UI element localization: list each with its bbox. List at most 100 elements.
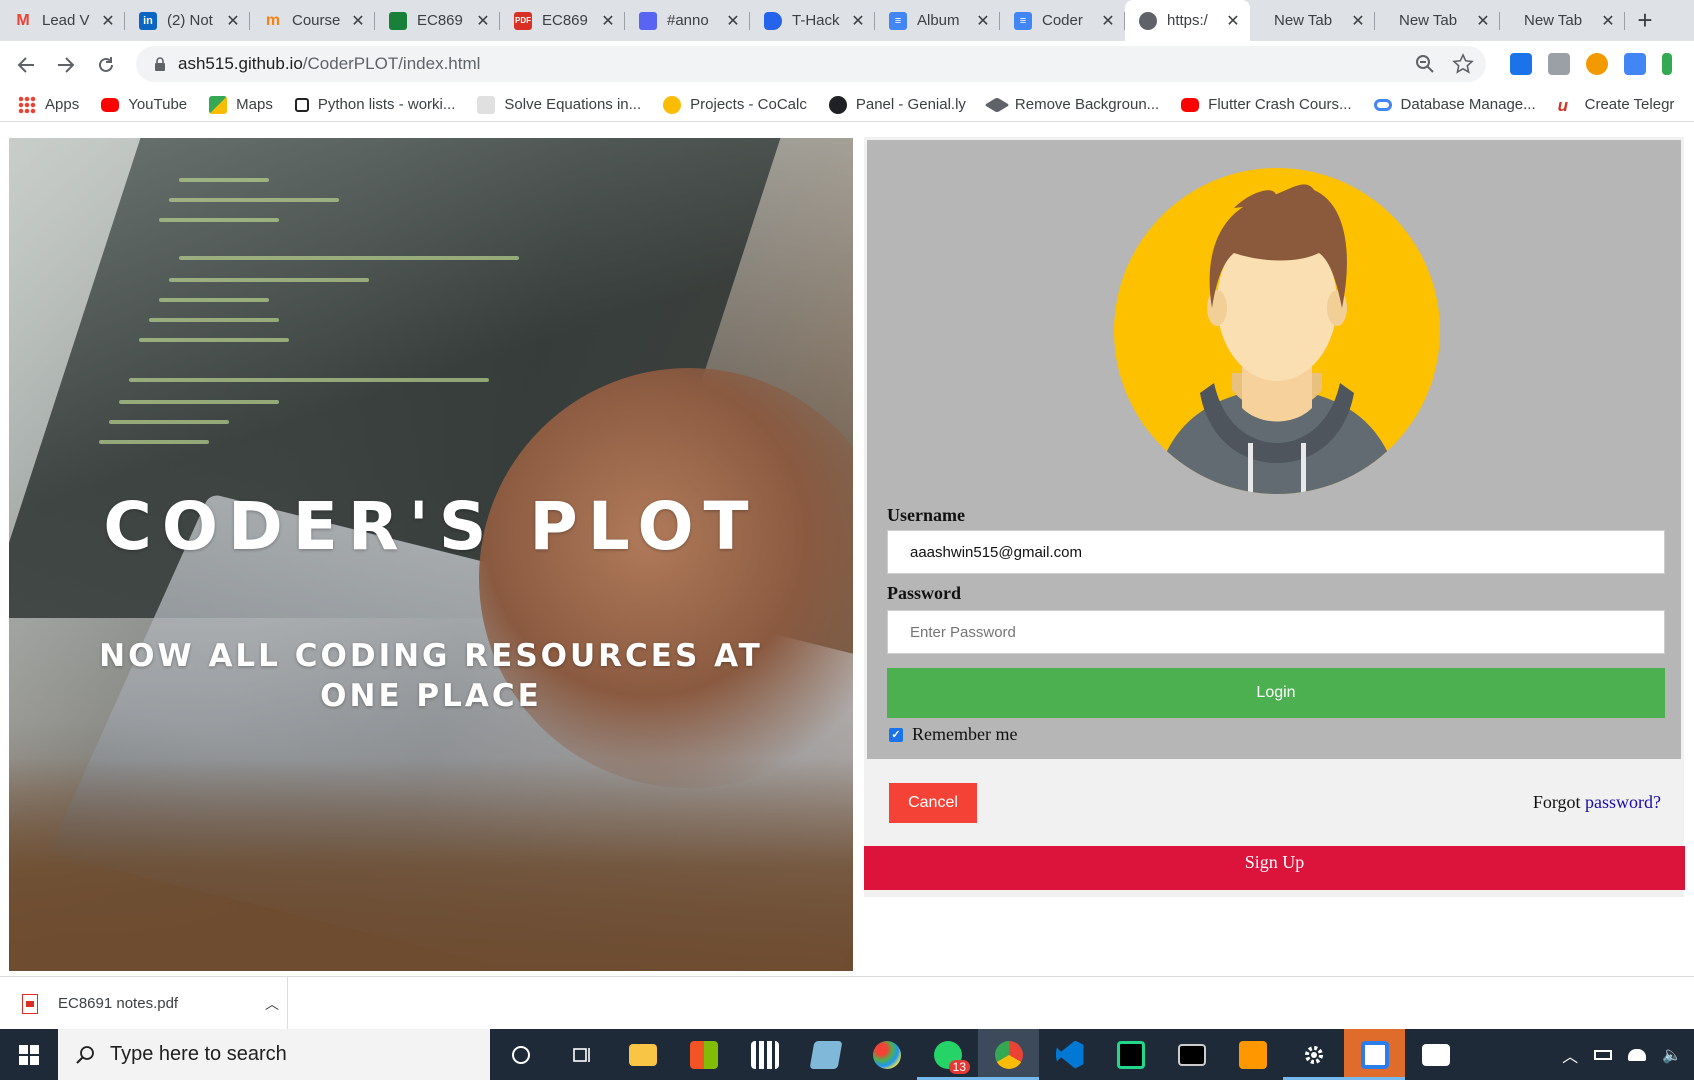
bookmark-genially[interactable]: Panel - Genial.ly	[828, 95, 966, 114]
web-page: CODER'S PLOT NOW ALL CODING RESOURCES AT…	[0, 123, 1694, 976]
tab-0[interactable]: M Lead V ✕	[0, 0, 125, 41]
extension-2-icon[interactable]	[1510, 53, 1532, 75]
username-input[interactable]	[887, 530, 1665, 574]
windows-logo-icon	[19, 1044, 39, 1065]
battery-icon[interactable]	[1594, 1049, 1613, 1060]
taskbar-search[interactable]: Type here to search	[58, 1029, 490, 1080]
task-view-button[interactable]	[551, 1029, 612, 1080]
sublime-button[interactable]	[1222, 1029, 1283, 1080]
volume-icon[interactable]: 🔈	[1662, 1045, 1682, 1065]
password-input[interactable]	[887, 610, 1665, 654]
app-button[interactable]	[795, 1029, 856, 1080]
url-text: ash515.github.io/CoderPLOT/index.html	[178, 54, 480, 74]
youtube-icon	[1181, 97, 1200, 112]
hero-image: CODER'S PLOT NOW ALL CODING RESOURCES AT…	[9, 138, 853, 971]
bookmark-python-lists[interactable]: Python lists - worki...	[294, 96, 456, 113]
remember-me[interactable]: ✓ Remember me	[889, 724, 1017, 745]
bookmark-label: Create Telegr	[1584, 96, 1675, 113]
pycharm-button[interactable]	[1100, 1029, 1161, 1080]
bookmark-solve-equations[interactable]: Solve Equations in...	[477, 95, 641, 114]
close-icon[interactable]: ✕	[601, 11, 615, 31]
tab-6[interactable]: T-Hack ✕	[750, 0, 875, 41]
close-icon[interactable]: ✕	[476, 11, 490, 31]
chevron-up-icon[interactable]: ︿	[257, 994, 287, 1014]
start-button[interactable]	[0, 1029, 58, 1080]
store-button[interactable]	[673, 1029, 734, 1080]
new-tab-button[interactable]: +	[1625, 0, 1665, 41]
signup-button[interactable]: Sign Up	[864, 846, 1685, 890]
bookmark-youtube[interactable]: YouTube	[101, 96, 187, 113]
tab-12[interactable]: New Tab ✕	[1500, 0, 1625, 41]
bookmark-label: Maps	[236, 96, 273, 113]
bookmark-apps[interactable]: Apps	[18, 95, 79, 114]
extension-a-icon[interactable]	[1662, 53, 1672, 75]
search-placeholder: Type here to search	[110, 1043, 287, 1065]
calculator-button[interactable]	[734, 1029, 795, 1080]
download-item[interactable]: EC8691 notes.pdf ︿	[22, 977, 288, 1030]
translate-icon[interactable]	[1624, 53, 1646, 75]
tab-3[interactable]: EC869 ✕	[375, 0, 500, 41]
vscode-button[interactable]	[1039, 1029, 1100, 1080]
close-icon[interactable]: ✕	[1101, 11, 1115, 31]
bookmark-label: Python lists - worki...	[317, 96, 456, 113]
tab-5[interactable]: #anno ✕	[625, 0, 750, 41]
tab-10[interactable]: New Tab ✕	[1250, 0, 1375, 41]
user-avatar-icon	[1154, 184, 1400, 494]
extension-screen-icon[interactable]	[1548, 53, 1570, 75]
globe-icon	[1139, 11, 1157, 30]
close-icon[interactable]: ✕	[726, 11, 740, 31]
login-button[interactable]: Login	[887, 668, 1665, 718]
close-icon[interactable]: ✕	[101, 11, 115, 31]
tab-1[interactable]: in (2) Not ✕	[125, 0, 250, 41]
remember-checkbox[interactable]: ✓	[889, 727, 903, 742]
close-icon[interactable]: ✕	[851, 11, 865, 31]
download-filename: EC8691 notes.pdf	[58, 995, 179, 1012]
back-button[interactable]	[6, 45, 46, 85]
close-icon[interactable]: ✕	[1601, 11, 1615, 31]
tab-title: #anno	[667, 12, 709, 29]
zoom-icon[interactable]	[1414, 53, 1436, 75]
chevron-up-icon[interactable]: ︿	[1562, 1043, 1578, 1067]
bookmark-remove-background[interactable]: Remove Backgroun...	[984, 96, 1160, 114]
tab-8[interactable]: ≡ Coder ✕	[1000, 0, 1125, 41]
network-icon[interactable]	[1628, 1048, 1647, 1061]
wps-button[interactable]	[1344, 1029, 1405, 1080]
forgot-password-link[interactable]: password?	[1585, 792, 1661, 812]
bookmark-telegram[interactable]: u Create Telegr	[1558, 96, 1675, 115]
file-explorer-button[interactable]	[612, 1029, 673, 1080]
paint-button[interactable]	[856, 1029, 917, 1080]
close-icon[interactable]: ✕	[351, 11, 365, 31]
terminal-button[interactable]	[1161, 1029, 1222, 1080]
reload-button[interactable]	[86, 45, 126, 85]
bookmark-label: Panel - Genial.ly	[855, 96, 966, 113]
cortana-button[interactable]	[490, 1029, 551, 1080]
close-icon[interactable]: ✕	[1476, 11, 1490, 31]
video-editor-button[interactable]	[1405, 1029, 1466, 1080]
bookmark-label: Remove Backgroun...	[1014, 96, 1160, 113]
bookmark-database[interactable]: Database Manage...	[1373, 96, 1536, 113]
bookmark-cocalc[interactable]: Projects - CoCalc	[663, 95, 807, 114]
tab-4[interactable]: PDF EC869 ✕	[500, 0, 625, 41]
code-line	[99, 440, 209, 444]
bookmark-flutter[interactable]: Flutter Crash Cours...	[1181, 96, 1352, 113]
close-icon[interactable]: ✕	[226, 11, 240, 31]
forward-button[interactable]	[46, 45, 86, 85]
star-icon[interactable]	[1452, 53, 1474, 75]
close-icon[interactable]: ✕	[1351, 11, 1365, 31]
whatsapp-button[interactable]: 13	[917, 1029, 978, 1080]
dev-icon	[764, 11, 782, 30]
close-icon[interactable]: ✕	[976, 11, 990, 31]
tab-11[interactable]: New Tab ✕	[1375, 0, 1500, 41]
calculator-icon	[750, 1040, 779, 1069]
close-icon[interactable]: ✕	[1226, 11, 1240, 31]
tab-2[interactable]: m Course ✕	[250, 0, 375, 41]
extension-orange-icon[interactable]	[1586, 53, 1608, 75]
address-bar[interactable]: ash515.github.io/CoderPLOT/index.html	[136, 46, 1486, 82]
bookmark-maps[interactable]: Maps	[209, 95, 273, 114]
tab-7[interactable]: ≡ Album ✕	[875, 0, 1000, 41]
windows-taskbar: Type here to search 13 ︿ 🔈	[0, 1029, 1694, 1080]
chrome-button[interactable]	[978, 1029, 1039, 1080]
settings-button[interactable]	[1283, 1029, 1344, 1080]
tab-9-active[interactable]: https:/ ✕	[1125, 0, 1250, 41]
cancel-button[interactable]: Cancel	[889, 783, 977, 823]
